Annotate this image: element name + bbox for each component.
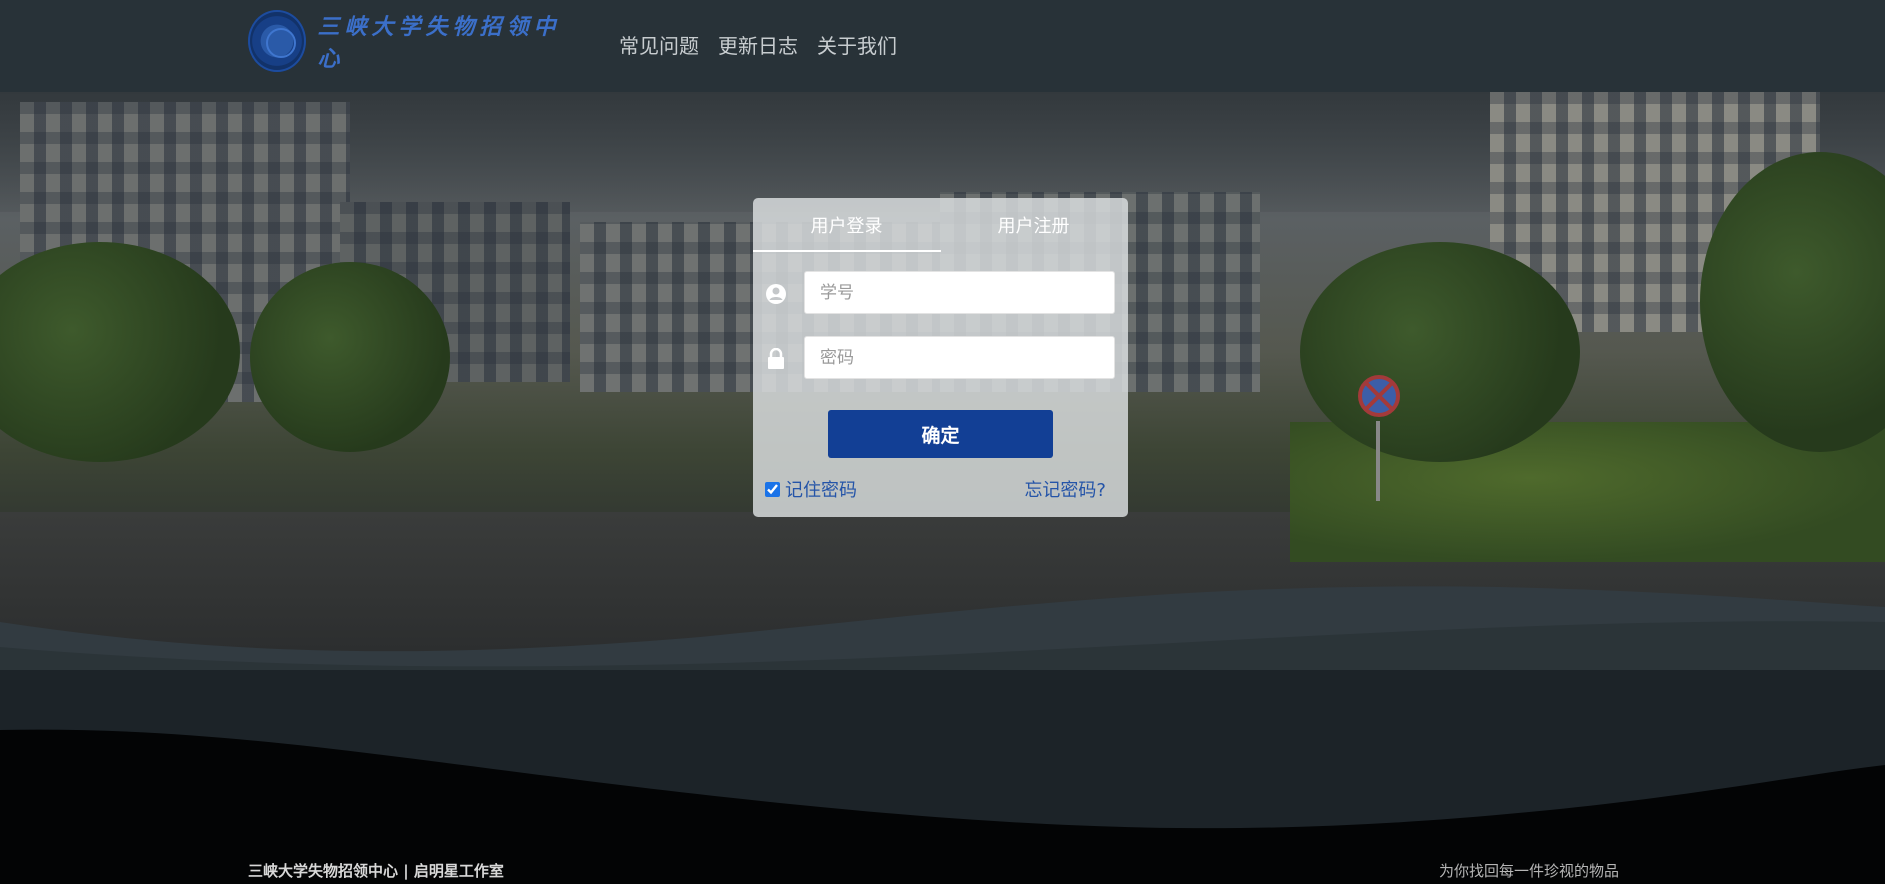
student-id-row xyxy=(753,271,1128,315)
password-input[interactable] xyxy=(804,336,1115,379)
footer-wave xyxy=(0,670,1885,884)
login-card: 用户登录 用户注册 确定 记住密码 忘记密码? xyxy=(753,198,1128,517)
footer-copyright: 三峡大学失物招领中心 | 启明星工作室 xyxy=(248,862,504,880)
login-tabs: 用户登录 用户注册 xyxy=(753,198,1128,252)
user-icon xyxy=(766,284,786,304)
no-parking-sign xyxy=(1358,375,1400,417)
tree xyxy=(250,262,450,452)
main-nav: 常见问题 更新日志 关于我们 xyxy=(619,30,897,59)
logo-text: 三峡大学失物招领中心 xyxy=(317,14,561,72)
student-id-input[interactable] xyxy=(804,271,1115,314)
remember-password: 记住密码 xyxy=(765,476,857,502)
active-tab-indicator xyxy=(753,250,941,252)
forgot-password-link[interactable]: 忘记密码? xyxy=(1024,476,1106,502)
password-row xyxy=(753,336,1128,380)
nav-changelog[interactable]: 更新日志 xyxy=(718,30,798,59)
hero-wave xyxy=(0,586,1885,670)
remember-password-label[interactable]: 记住密码 xyxy=(785,476,857,502)
tab-user-register[interactable]: 用户注册 xyxy=(940,212,1127,238)
top-header: 三峡大学失物招领中心 常见问题 更新日志 关于我们 xyxy=(0,0,1885,92)
nav-faq[interactable]: 常见问题 xyxy=(619,30,699,59)
tab-user-login[interactable]: 用户登录 xyxy=(753,212,940,238)
nav-about-us[interactable]: 关于我们 xyxy=(817,30,897,59)
sign-pole xyxy=(1376,421,1380,501)
site-logo[interactable]: 三峡大学失物招领中心 xyxy=(248,10,568,72)
footer-slogan: 为你找回每一件珍视的物品 xyxy=(1439,862,1620,880)
university-logo-icon xyxy=(248,10,306,72)
lock-icon xyxy=(768,348,784,369)
tree xyxy=(1300,242,1580,462)
confirm-button[interactable]: 确定 xyxy=(828,410,1053,458)
remember-password-checkbox[interactable] xyxy=(765,481,780,497)
